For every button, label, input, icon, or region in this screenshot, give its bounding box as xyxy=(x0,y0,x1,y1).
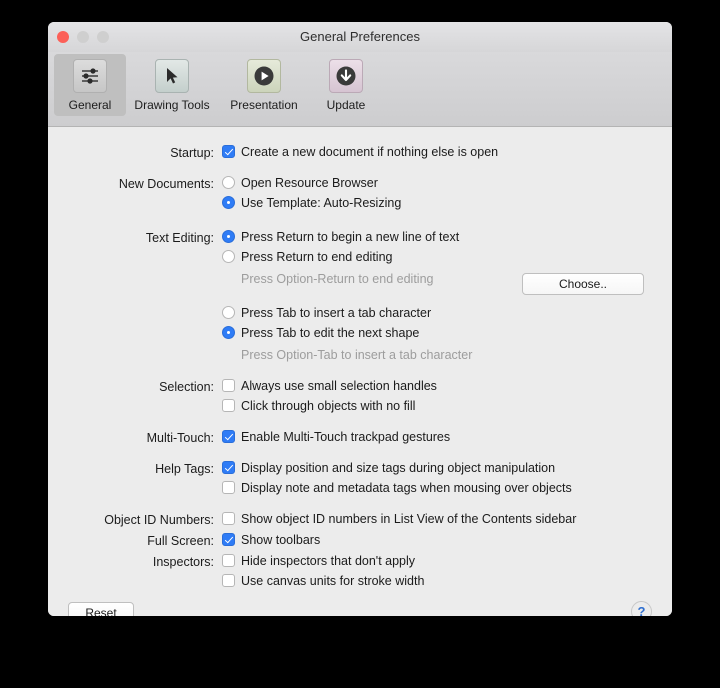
inspectors-hide-checkbox[interactable] xyxy=(222,554,235,567)
selection-label: Selection: xyxy=(159,380,214,394)
tab-general-label: General xyxy=(68,98,112,112)
startup-label: Startup: xyxy=(170,146,214,160)
help-icon[interactable]: ? xyxy=(631,601,652,616)
tab-update[interactable]: Update xyxy=(310,54,382,116)
text-editing-return-newline-row[interactable]: Press Return to begin a new line of text xyxy=(222,228,672,246)
text-editing-label: Text Editing: xyxy=(145,231,214,245)
new-documents-use-template-label: Use Template: Auto-Resizing xyxy=(241,196,402,210)
help-tags-note-metadata-checkbox[interactable] xyxy=(222,481,235,494)
selection-click-through-checkbox[interactable] xyxy=(222,399,235,412)
row-inspectors: Inspectors: Hide inspectors that don't a… xyxy=(48,552,672,592)
cursor-arrow-icon xyxy=(155,59,189,93)
text-editing-tab-insert-radio[interactable] xyxy=(222,306,235,319)
multi-touch-enable-row[interactable]: Enable Multi-Touch trackpad gestures xyxy=(222,428,672,446)
object-id-numbers-show-row[interactable]: Show object ID numbers in List View of t… xyxy=(222,510,672,528)
full-screen-show-toolbars-checkbox[interactable] xyxy=(222,533,235,546)
new-documents-resource-browser-label: Open Resource Browser xyxy=(241,176,378,190)
multi-touch-enable-checkbox[interactable] xyxy=(222,430,235,443)
preferences-content: Startup: Create a new document if nothin… xyxy=(48,127,672,593)
text-editing-tab-next-shape-radio[interactable] xyxy=(222,326,235,339)
startup-create-new-document-label: Create a new document if nothing else is… xyxy=(241,145,499,159)
object-id-numbers-show-checkbox[interactable] xyxy=(222,512,235,525)
inspectors-canvas-units-checkbox[interactable] xyxy=(222,574,235,587)
selection-small-handles-label: Always use small selection handles xyxy=(241,379,437,393)
inspectors-label: Inspectors: xyxy=(152,555,214,569)
full-screen-show-toolbars-label: Show toolbars xyxy=(241,533,321,547)
row-startup: Startup: Create a new document if nothin… xyxy=(48,143,672,163)
text-editing-tab-insert-label: Press Tab to insert a tab character xyxy=(241,306,432,320)
title-bar: General Preferences xyxy=(48,22,672,52)
tab-drawing-tools-label: Drawing Tools xyxy=(134,98,210,112)
row-object-id-numbers: Object ID Numbers: Show object ID number… xyxy=(48,510,672,530)
row-full-screen: Full Screen: Show toolbars xyxy=(48,531,672,551)
selection-click-through-row[interactable]: Click through objects with no fill xyxy=(222,397,672,415)
text-editing-return-end-label: Press Return to end editing xyxy=(241,250,393,264)
download-circle-icon xyxy=(329,59,363,93)
choose-template-button[interactable]: Choose.. xyxy=(522,273,644,295)
tab-update-label: Update xyxy=(326,98,366,112)
tab-general[interactable]: General xyxy=(54,54,126,116)
text-editing-tab-insert-row[interactable]: Press Tab to insert a tab character xyxy=(222,304,672,322)
full-screen-label: Full Screen: xyxy=(147,534,214,548)
tab-drawing-tools[interactable]: Drawing Tools xyxy=(126,54,218,116)
full-screen-show-toolbars-row[interactable]: Show toolbars xyxy=(222,531,672,549)
text-editing-tab-next-shape-label: Press Tab to edit the next shape xyxy=(241,326,420,340)
new-documents-label: New Documents: xyxy=(118,177,214,191)
help-tags-note-metadata-label: Display note and metadata tags when mous… xyxy=(241,481,572,495)
play-circle-icon xyxy=(247,59,281,93)
text-editing-tab-next-shape-row[interactable]: Press Tab to edit the next shape xyxy=(222,324,672,342)
row-help-tags: Help Tags: Display position and size tag… xyxy=(48,459,672,499)
window-title: General Preferences xyxy=(300,29,420,44)
help-tags-position-size-label: Display position and size tags during ob… xyxy=(241,461,556,475)
bottom-bar: Reset ? xyxy=(48,593,672,616)
row-new-documents: New Documents: Open Resource Browser Use… xyxy=(48,174,672,214)
text-editing-return-newline-radio[interactable] xyxy=(222,230,235,243)
preferences-toolbar: General Drawing Tools Presentation Updat… xyxy=(48,52,672,127)
help-tags-position-size-checkbox[interactable] xyxy=(222,461,235,474)
object-id-numbers-show-label: Show object ID numbers in List View of t… xyxy=(241,512,577,526)
text-editing-return-end-radio[interactable] xyxy=(222,250,235,263)
row-selection: Selection: Always use small selection ha… xyxy=(48,377,672,417)
text-editing-return-newline-label: Press Return to begin a new line of text xyxy=(241,230,460,244)
row-multi-touch: Multi-Touch: Enable Multi-Touch trackpad… xyxy=(48,428,672,448)
new-documents-use-template-radio[interactable] xyxy=(222,196,235,209)
startup-create-new-document-row[interactable]: Create a new document if nothing else is… xyxy=(222,143,672,161)
help-tags-note-metadata-row[interactable]: Display note and metadata tags when mous… xyxy=(222,479,672,497)
inspectors-canvas-units-label: Use canvas units for stroke width xyxy=(241,574,425,588)
help-tags-label: Help Tags: xyxy=(155,462,214,476)
help-tags-position-size-row[interactable]: Display position and size tags during ob… xyxy=(222,459,672,477)
object-id-numbers-label: Object ID Numbers: xyxy=(104,513,214,527)
reset-button[interactable]: Reset xyxy=(68,602,134,616)
new-documents-resource-browser-radio[interactable] xyxy=(222,176,235,189)
selection-click-through-label: Click through objects with no fill xyxy=(241,399,416,413)
multi-touch-label: Multi-Touch: xyxy=(146,431,214,445)
preferences-window: General Preferences General Drawing Tool… xyxy=(48,22,672,616)
text-editing-tab-hint: Press Option-Tab to insert a tab charact… xyxy=(241,348,473,362)
inspectors-canvas-units-row[interactable]: Use canvas units for stroke width xyxy=(222,572,672,590)
selection-small-handles-row[interactable]: Always use small selection handles xyxy=(222,377,672,395)
text-editing-return-end-row[interactable]: Press Return to end editing xyxy=(222,248,672,266)
selection-small-handles-checkbox[interactable] xyxy=(222,379,235,392)
inspectors-hide-label: Hide inspectors that don't apply xyxy=(241,554,416,568)
sliders-icon xyxy=(73,59,107,93)
startup-create-new-document-checkbox[interactable] xyxy=(222,145,235,158)
new-documents-resource-browser-row[interactable]: Open Resource Browser xyxy=(222,174,672,192)
multi-touch-enable-label: Enable Multi-Touch trackpad gestures xyxy=(241,430,451,444)
new-documents-use-template-row[interactable]: Use Template: Auto-Resizing xyxy=(222,194,672,212)
tab-presentation-label: Presentation xyxy=(230,98,298,112)
tab-presentation[interactable]: Presentation xyxy=(218,54,310,116)
row-text-editing: Text Editing: Press Return to begin a ne… xyxy=(48,228,672,366)
inspectors-hide-row[interactable]: Hide inspectors that don't apply xyxy=(222,552,672,570)
